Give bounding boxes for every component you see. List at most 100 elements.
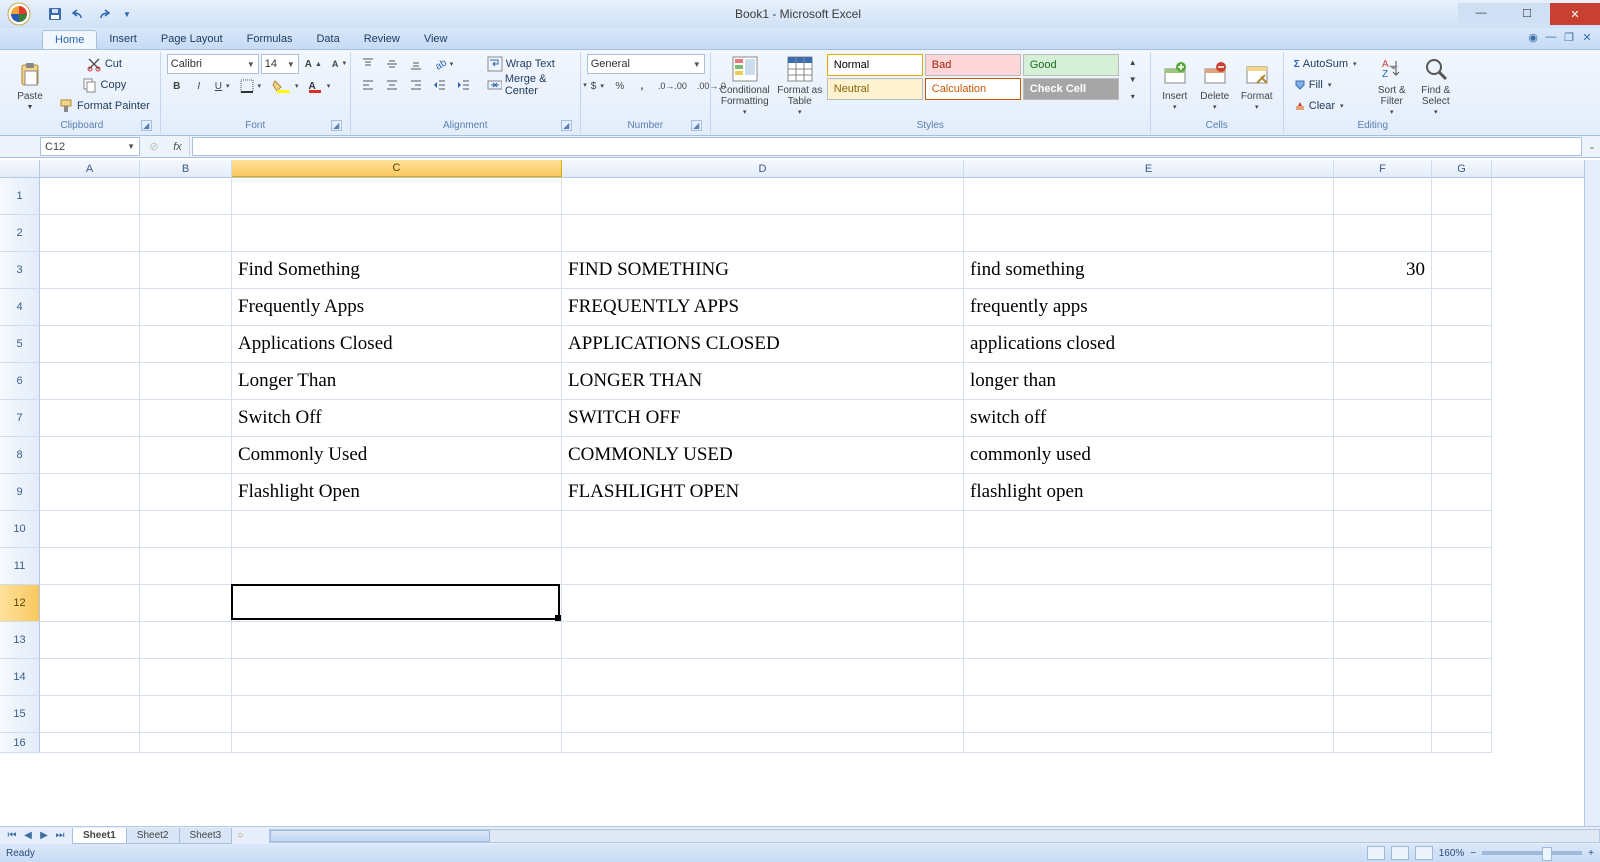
styles-more-icon[interactable]: ▾ (1123, 88, 1143, 104)
cell-B3[interactable] (140, 252, 232, 289)
help-icon[interactable]: ◉ (1526, 30, 1540, 44)
cell-G12[interactable] (1432, 585, 1492, 622)
cell-D3[interactable]: FIND SOMETHING (562, 252, 964, 289)
cell-A14[interactable] (40, 659, 140, 696)
cell-E15[interactable] (964, 696, 1334, 733)
tab-page-layout[interactable]: Page Layout (149, 30, 235, 49)
orientation-icon[interactable]: ab▾ (429, 54, 458, 74)
cell-D7[interactable]: SWITCH OFF (562, 400, 964, 437)
page-layout-view-icon[interactable] (1391, 846, 1409, 860)
styles-scroll-up-icon[interactable]: ▲ (1123, 54, 1143, 70)
cell-A7[interactable] (40, 400, 140, 437)
cell-G14[interactable] (1432, 659, 1492, 696)
formula-input[interactable] (192, 137, 1582, 156)
cell-D11[interactable] (562, 548, 964, 585)
cell-D14[interactable] (562, 659, 964, 696)
cell-E5[interactable]: applications closed (964, 326, 1334, 363)
cell-E9[interactable]: flashlight open (964, 474, 1334, 511)
cell-D1[interactable] (562, 178, 964, 215)
wrap-text-button[interactable]: Wrap Text (483, 54, 591, 74)
align-bottom-icon[interactable] (405, 54, 427, 74)
cell-E8[interactable]: commonly used (964, 437, 1334, 474)
close-button[interactable]: ✕ (1550, 3, 1600, 25)
cell-D15[interactable] (562, 696, 964, 733)
cell-A5[interactable] (40, 326, 140, 363)
decrease-indent-icon[interactable] (429, 75, 451, 95)
cell-A1[interactable] (40, 178, 140, 215)
cell-F11[interactable] (1334, 548, 1432, 585)
maximize-button[interactable]: ☐ (1504, 3, 1550, 23)
cell-C16[interactable] (232, 733, 562, 753)
cell-C6[interactable]: Longer Than (232, 363, 562, 400)
align-right-icon[interactable] (405, 75, 427, 95)
sheet-tab-sheet2[interactable]: Sheet2 (126, 828, 180, 844)
cell-B6[interactable] (140, 363, 232, 400)
tab-review[interactable]: Review (352, 30, 412, 49)
fill-button[interactable]: Fill▾ (1290, 75, 1368, 95)
cut-button[interactable]: Cut (54, 54, 154, 74)
cell-F10[interactable] (1334, 511, 1432, 548)
copy-button[interactable]: Copy (54, 75, 154, 95)
vertical-scrollbar[interactable] (1584, 160, 1600, 826)
sheet-nav-first-icon[interactable]: ⏮ (4, 830, 20, 841)
cell-E16[interactable] (964, 733, 1334, 753)
new-sheet-icon[interactable]: ○ (231, 830, 249, 841)
tab-formulas[interactable]: Formulas (235, 30, 305, 49)
style-normal[interactable]: Normal (827, 54, 923, 76)
cell-F3[interactable]: 30 (1334, 252, 1432, 289)
cell-E1[interactable] (964, 178, 1334, 215)
cell-G2[interactable] (1432, 215, 1492, 252)
cell-D9[interactable]: FLASHLIGHT OPEN (562, 474, 964, 511)
tab-view[interactable]: View (412, 30, 460, 49)
bold-button[interactable]: B (167, 76, 187, 96)
cell-G11[interactable] (1432, 548, 1492, 585)
row-header-15[interactable]: 15 (0, 696, 40, 733)
italic-button[interactable]: I (189, 76, 209, 96)
cell-G13[interactable] (1432, 622, 1492, 659)
tab-insert[interactable]: Insert (97, 30, 149, 49)
office-button[interactable] (0, 0, 38, 28)
row-header-9[interactable]: 9 (0, 474, 40, 511)
cell-E12[interactable] (964, 585, 1334, 622)
horizontal-scrollbar[interactable] (269, 829, 1600, 843)
conditional-formatting-button[interactable]: Conditional Formatting▾ (717, 54, 773, 118)
cell-B2[interactable] (140, 215, 232, 252)
normal-view-icon[interactable] (1367, 846, 1385, 860)
row-header-10[interactable]: 10 (0, 511, 40, 548)
cell-A9[interactable] (40, 474, 140, 511)
row-header-5[interactable]: 5 (0, 326, 40, 363)
cell-B14[interactable] (140, 659, 232, 696)
delete-cells-button[interactable]: Delete▾ (1197, 54, 1233, 118)
row-header-13[interactable]: 13 (0, 622, 40, 659)
percent-format-icon[interactable]: % (610, 76, 630, 96)
cell-A16[interactable] (40, 733, 140, 753)
zoom-in-icon[interactable]: + (1588, 848, 1594, 859)
sort-filter-button[interactable]: AZSort & Filter▾ (1372, 54, 1412, 118)
cell-D5[interactable]: APPLICATIONS CLOSED (562, 326, 964, 363)
cell-G3[interactable] (1432, 252, 1492, 289)
cell-A12[interactable] (40, 585, 140, 622)
cell-B9[interactable] (140, 474, 232, 511)
font-color-button[interactable]: A▾ (305, 76, 335, 96)
column-header-A[interactable]: A (40, 160, 140, 177)
paste-button[interactable]: Paste ▼ (10, 54, 50, 118)
name-box[interactable]: C12▼ (40, 137, 140, 156)
cell-E4[interactable]: frequently apps (964, 289, 1334, 326)
fx-icon[interactable]: fx (166, 136, 190, 157)
cell-D16[interactable] (562, 733, 964, 753)
doc-close-icon[interactable]: ✕ (1580, 30, 1594, 44)
cell-G5[interactable] (1432, 326, 1492, 363)
autosum-button[interactable]: ΣAutoSum▾ (1290, 54, 1368, 74)
insert-cells-button[interactable]: Insert▾ (1157, 54, 1193, 118)
cell-C12[interactable] (232, 585, 562, 622)
style-good[interactable]: Good (1023, 54, 1119, 76)
clear-button[interactable]: Clear▾ (1290, 96, 1368, 116)
cell-G6[interactable] (1432, 363, 1492, 400)
cell-A4[interactable] (40, 289, 140, 326)
row-header-7[interactable]: 7 (0, 400, 40, 437)
cell-G15[interactable] (1432, 696, 1492, 733)
zoom-slider[interactable] (1482, 851, 1582, 855)
accounting-format-icon[interactable]: $▾ (587, 76, 608, 96)
cell-C5[interactable]: Applications Closed (232, 326, 562, 363)
cell-B8[interactable] (140, 437, 232, 474)
